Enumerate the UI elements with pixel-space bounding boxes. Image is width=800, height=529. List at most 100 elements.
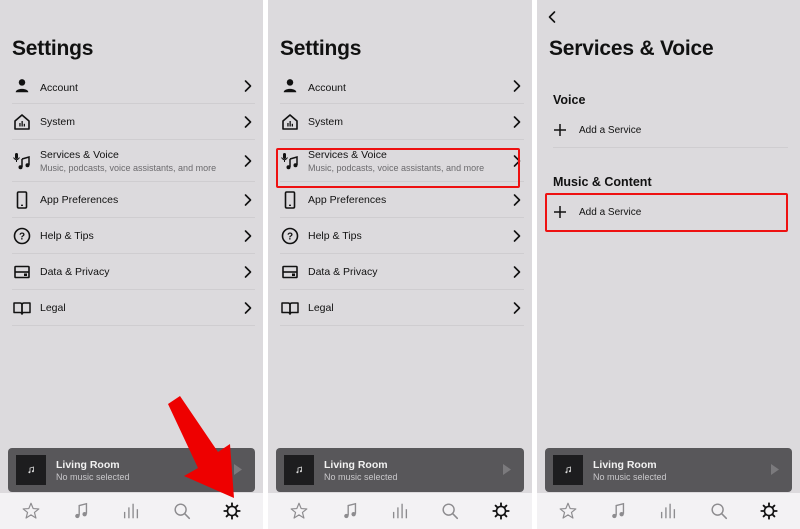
divider — [553, 147, 788, 148]
now-playing-room: Living Room — [324, 459, 388, 471]
settings-item-account[interactable]: Account — [12, 68, 255, 104]
now-playing-room: Living Room — [56, 459, 120, 471]
book-icon — [280, 298, 300, 318]
section-heading-music-content: Music & Content — [553, 175, 652, 189]
settings-item-help-tips[interactable]: Help & Tips — [280, 218, 524, 254]
settings-item-data-privacy[interactable]: Data & Privacy — [280, 254, 524, 290]
now-playing-status: No music selected — [56, 472, 130, 482]
item-label: Legal — [308, 301, 334, 314]
data-box-icon — [12, 262, 32, 282]
music-note-icon — [563, 465, 573, 475]
item-label: Services & Voice — [40, 148, 119, 161]
house-icon — [12, 112, 32, 132]
chevron-right-icon — [512, 301, 522, 315]
item-label: Help & Tips — [40, 229, 94, 242]
chevron-right-icon — [512, 193, 522, 207]
music-note-icon — [26, 465, 36, 475]
settings-list: Account System Services & Voice Music, po… — [280, 68, 524, 326]
back-button[interactable] — [547, 10, 563, 30]
item-label: Legal — [40, 301, 66, 314]
page-title: Settings — [280, 37, 362, 60]
item-sublabel: Music, podcasts, voice assistants, and m… — [40, 162, 217, 173]
now-playing-room: Living Room — [593, 459, 657, 471]
phone-icon — [280, 190, 300, 210]
tab-search[interactable] — [708, 500, 730, 522]
tab-favorites[interactable] — [20, 500, 42, 522]
item-label: Account — [40, 82, 78, 94]
play-icon[interactable] — [502, 463, 512, 476]
gear-icon — [759, 501, 779, 521]
mic-music-icon — [12, 151, 32, 171]
chevron-right-icon — [243, 115, 253, 129]
chevron-right-icon — [243, 265, 253, 279]
tab-browse[interactable] — [70, 500, 92, 522]
bars-icon — [390, 501, 410, 521]
house-icon — [280, 112, 300, 132]
item-label: System — [308, 115, 344, 128]
section-heading-voice: Voice — [553, 93, 586, 107]
settings-item-system[interactable]: System — [280, 104, 524, 140]
tab-favorites[interactable] — [557, 500, 579, 522]
album-art — [553, 455, 583, 485]
chevron-right-icon — [243, 229, 253, 243]
now-playing-status: No music selected — [324, 472, 398, 482]
settings-item-help-tips[interactable]: Help & Tips — [12, 218, 255, 254]
play-icon[interactable] — [770, 463, 780, 476]
tab-search[interactable] — [439, 500, 461, 522]
person-icon — [280, 76, 300, 96]
services-voice-screen: Services & Voice Voice Add a Service Mus… — [537, 0, 800, 529]
item-label: Account — [308, 82, 346, 94]
settings-item-account[interactable]: Account — [280, 68, 524, 104]
bars-icon — [658, 501, 678, 521]
tab-browse[interactable] — [339, 500, 361, 522]
now-playing-status: No music selected — [593, 472, 667, 482]
tab-favorites[interactable] — [288, 500, 310, 522]
tab-rooms[interactable] — [120, 500, 142, 522]
search-icon — [709, 501, 729, 521]
music-note-icon — [608, 501, 628, 521]
star-icon — [289, 501, 309, 521]
book-icon — [12, 298, 32, 318]
tab-settings[interactable] — [490, 500, 512, 522]
star-icon — [558, 501, 578, 521]
item-label: Data & Privacy — [40, 265, 110, 278]
chevron-right-icon — [243, 154, 253, 168]
add-service-label: Add a Service — [579, 124, 642, 136]
settings-item-legal[interactable]: Legal — [12, 290, 255, 326]
settings-item-services-voice[interactable]: Services & Voice Music, podcasts, voice a… — [12, 140, 255, 182]
settings-item-app-preferences[interactable]: App Preferences — [12, 182, 255, 218]
chevron-left-icon — [547, 10, 557, 24]
gear-icon — [491, 501, 511, 521]
settings-item-system[interactable]: System — [12, 104, 255, 140]
tab-settings[interactable] — [758, 500, 780, 522]
chevron-right-icon — [243, 301, 253, 315]
chevron-right-icon — [512, 229, 522, 243]
item-label: App Preferences — [308, 193, 387, 206]
tab-rooms[interactable] — [657, 500, 679, 522]
settings-screen-1: Settings Account System Services & Voice… — [0, 0, 263, 529]
person-icon — [12, 76, 32, 96]
chevron-right-icon — [243, 79, 253, 93]
add-voice-service-button[interactable]: Add a Service — [553, 116, 788, 144]
chevron-right-icon — [243, 193, 253, 207]
tab-rooms[interactable] — [389, 500, 411, 522]
settings-item-data-privacy[interactable]: Data & Privacy — [12, 254, 255, 290]
now-playing-bar[interactable]: Living Room No music selected — [276, 448, 524, 492]
help-circle-icon — [280, 226, 300, 246]
album-art — [284, 455, 314, 485]
settings-list: Account System Services & Voice Music, po… — [12, 68, 255, 326]
item-label: App Preferences — [40, 193, 119, 206]
item-label: Data & Privacy — [308, 265, 378, 278]
settings-item-legal[interactable]: Legal — [280, 290, 524, 326]
music-note-icon — [340, 501, 360, 521]
now-playing-bar[interactable]: Living Room No music selected — [545, 448, 792, 492]
page-title: Settings — [12, 37, 94, 60]
tab-bar — [268, 493, 532, 529]
highlight-box-services-voice — [276, 148, 520, 188]
tab-bar — [537, 493, 800, 529]
chevron-right-icon — [512, 79, 522, 93]
red-arrow-annotation — [168, 396, 234, 498]
phone-icon — [12, 190, 32, 210]
settings-screen-2: Settings Account System Services & Voice… — [268, 0, 532, 529]
tab-browse[interactable] — [607, 500, 629, 522]
